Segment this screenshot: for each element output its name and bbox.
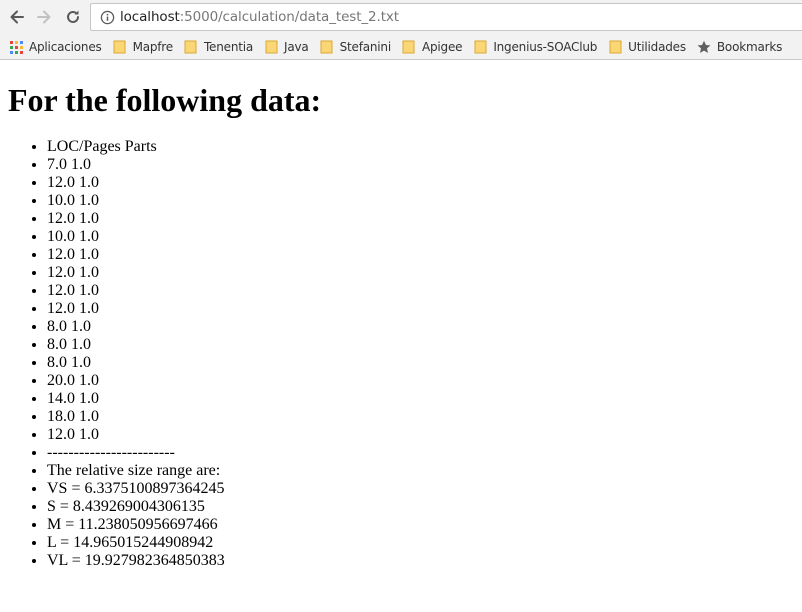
list-item: 12.0 1.0 [47, 264, 802, 282]
list-item: 10.0 1.0 [47, 192, 802, 210]
page-content: For the following data: LOC/Pages Parts … [0, 60, 802, 612]
bookmark-aplicaciones[interactable]: Aplicaciones [9, 37, 102, 57]
folder-icon [320, 40, 334, 54]
list-item: 12.0 1.0 [47, 210, 802, 228]
list-item: L = 14.965015244908942 [47, 534, 802, 552]
arrow-left-icon [10, 10, 24, 24]
bookmark-label: Bookmarks [716, 40, 783, 54]
browser-chrome: localhost:5000/calculation/data_test_2.t… [0, 0, 802, 60]
folder-icon [402, 40, 416, 54]
list-item: 18.0 1.0 [47, 408, 802, 426]
bookmark-label: Ingenius-SOAClub [493, 40, 598, 54]
list-item: 12.0 1.0 [47, 426, 802, 444]
list-item: 12.0 1.0 [47, 246, 802, 264]
list-item: 14.0 1.0 [47, 390, 802, 408]
info-icon[interactable] [99, 9, 115, 25]
browser-toolbar: localhost:5000/calculation/data_test_2.t… [0, 0, 802, 34]
folder-icon [184, 40, 198, 54]
folder-icon [113, 40, 127, 54]
list-item: 8.0 1.0 [47, 318, 802, 336]
folder-icon [473, 40, 487, 54]
bookmark-label: Mapfre [132, 40, 174, 54]
bookmark-label: Apigee [421, 40, 463, 54]
folder-icon [608, 40, 622, 54]
list-item: 10.0 1.0 [47, 228, 802, 246]
bookmark-ingenius-soaclub[interactable]: Ingenius-SOAClub [473, 37, 597, 57]
apps-grid-icon [9, 40, 23, 54]
list-item: 8.0 1.0 [47, 336, 802, 354]
bookmark-apigee[interactable]: Apigee [402, 37, 463, 57]
list-item: 12.0 1.0 [47, 300, 802, 318]
bookmark-label: Utilidades [628, 40, 686, 54]
bookmark-utilidades[interactable]: Utilidades [608, 37, 686, 57]
url-path: :5000/calculation/data_test_2.txt [179, 9, 400, 25]
url-text[interactable]: localhost:5000/calculation/data_test_2.t… [120, 9, 399, 25]
arrow-right-icon [37, 10, 51, 24]
page-title: For the following data: [8, 82, 322, 118]
folder-icon [264, 40, 278, 54]
bookmark-tenentia[interactable]: Tenentia [184, 37, 253, 57]
list-item: ------------------------ [47, 444, 802, 462]
list-item: VL = 19.927982364850383 [47, 552, 802, 570]
bookmark-mapfre[interactable]: Mapfre [113, 37, 173, 57]
list-item: 8.0 1.0 [47, 354, 802, 372]
reload-button[interactable] [61, 5, 85, 29]
bookmark-stefanini[interactable]: Stefanini [320, 37, 391, 57]
back-button[interactable] [5, 5, 29, 29]
forward-button[interactable] [32, 5, 56, 29]
url-host: localhost [120, 9, 180, 25]
bookmarks-bar: Aplicaciones Mapfre Tenentia Java Stefan… [0, 34, 802, 60]
bookmark-label: Tenentia [203, 40, 254, 54]
list-item: 20.0 1.0 [47, 372, 802, 390]
bookmark-label: Java [284, 40, 309, 54]
star-icon [697, 40, 711, 54]
list-item: VS = 6.3375100897364245 [47, 480, 802, 498]
bookmark-java[interactable]: Java [264, 37, 309, 57]
address-bar[interactable]: localhost:5000/calculation/data_test_2.t… [90, 3, 802, 31]
data-list: LOC/Pages Parts 7.0 1.0 12.0 1.0 10.0 1.… [0, 138, 802, 570]
bookmark-bookmarks[interactable]: Bookmarks [697, 37, 782, 57]
bookmark-label: Aplicaciones [29, 40, 102, 54]
list-item: 7.0 1.0 [47, 156, 802, 174]
list-item: 12.0 1.0 [47, 282, 802, 300]
bookmark-label: Stefanini [339, 40, 392, 54]
list-item: M = 11.238050956697466 [47, 516, 802, 534]
list-item: S = 8.439269004306135 [47, 498, 802, 516]
reload-icon [67, 10, 79, 23]
list-item: The relative size range are: [47, 462, 802, 480]
list-item: LOC/Pages Parts [47, 138, 802, 156]
list-item: 12.0 1.0 [47, 174, 802, 192]
